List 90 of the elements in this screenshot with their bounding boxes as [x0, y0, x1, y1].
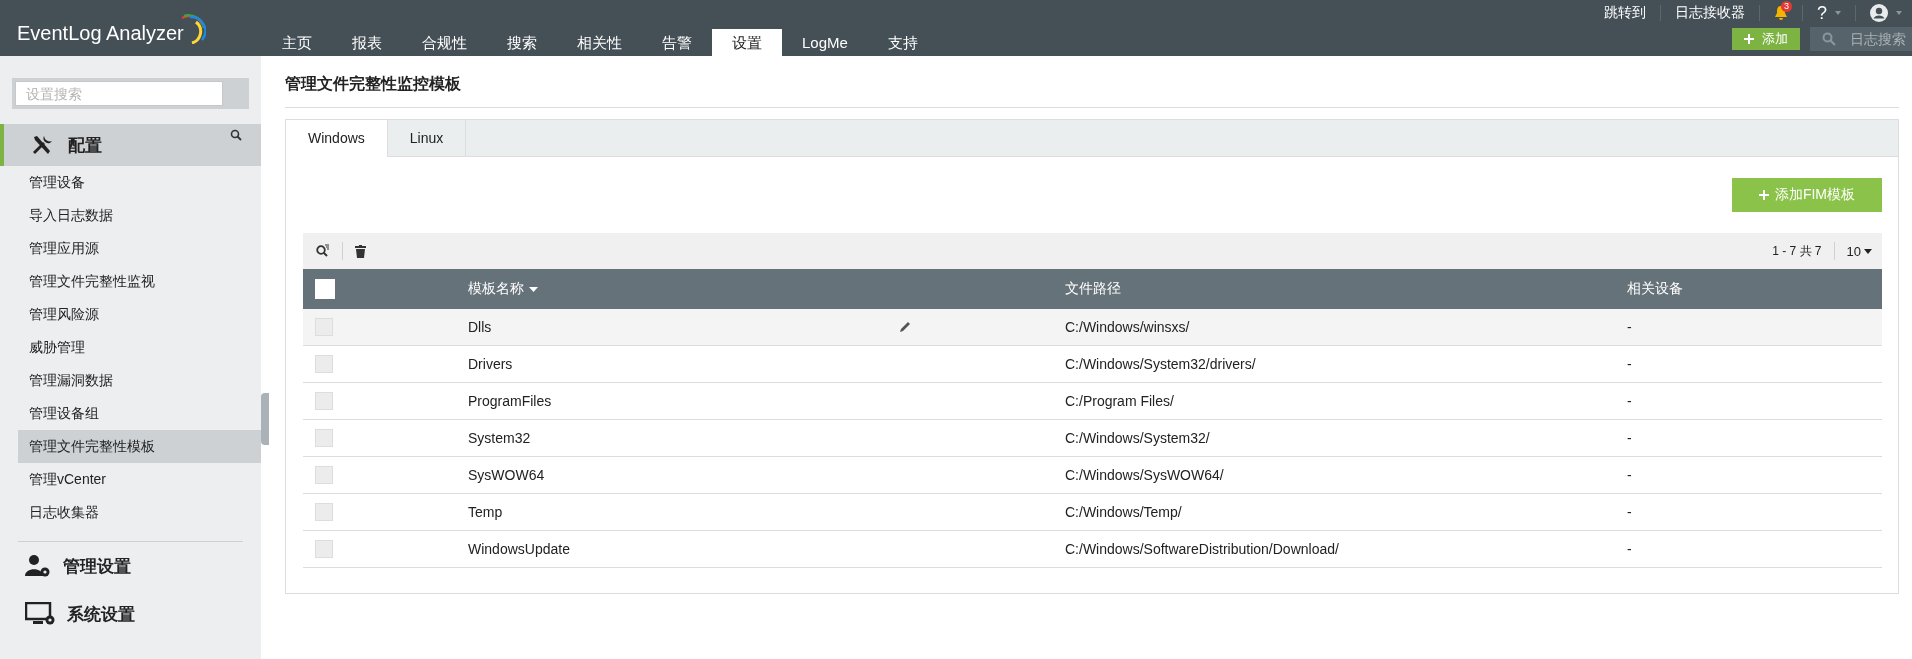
template-name[interactable]: WindowsUpdate — [468, 541, 570, 557]
app-logo[interactable]: EventLog Analyzer — [0, 0, 255, 56]
related-devices: - — [1627, 393, 1632, 409]
sidebar-item[interactable]: 管理设备组 — [18, 397, 261, 430]
page-title: 管理文件完整性监控模板 — [285, 56, 1899, 108]
nav-tab[interactable]: 报表 — [332, 29, 402, 56]
monitor-gear-icon — [25, 602, 55, 626]
config-section-header[interactable]: 配置 — [0, 124, 261, 166]
nav-tab[interactable]: LogMe — [782, 29, 868, 56]
section-title[interactable]: 管理设置 — [63, 554, 131, 578]
column-header[interactable]: 文件路径 — [1065, 280, 1121, 296]
page-size-select[interactable]: 10 — [1846, 243, 1872, 259]
file-path: C:/Windows/winsxs/ — [1065, 319, 1190, 335]
sidebar-item[interactable]: 管理应用源 — [18, 232, 261, 265]
table-row[interactable]: SysWOW64 C:/Windows/SysWOW64/ - — [303, 457, 1882, 494]
sidebar-item[interactable]: 日志收集器 — [18, 496, 261, 529]
pagination-text: 1 - 7 共 7 — [1772, 242, 1822, 260]
bell-icon[interactable] — [1774, 5, 1788, 21]
table-row[interactable]: System32 C:/Windows/System32/ - — [303, 420, 1882, 457]
sidebar-item[interactable]: 导入日志数据 — [18, 199, 261, 232]
sidebar-item[interactable]: 管理vCenter — [18, 463, 261, 496]
caret-icon — [1896, 11, 1902, 15]
template-name[interactable]: Drivers — [468, 356, 513, 372]
sidebar-item[interactable]: 管理风险源 — [18, 298, 261, 331]
nav-tab[interactable]: 支持 — [867, 29, 938, 56]
row-checkbox[interactable] — [315, 540, 333, 558]
template-name[interactable]: Temp — [468, 504, 503, 520]
template-name[interactable]: SysWOW64 — [468, 467, 545, 483]
nav-tab[interactable]: 相关性 — [557, 29, 642, 56]
related-devices: - — [1627, 541, 1632, 557]
nav-tab[interactable]: 合规性 — [402, 29, 487, 56]
row-checkbox[interactable] — [315, 429, 333, 447]
header-link[interactable]: 跳转到 — [1604, 4, 1646, 22]
table-row[interactable]: Temp C:/Windows/Temp/ - — [303, 494, 1882, 531]
related-devices: - — [1627, 430, 1632, 446]
edit-pencil-icon[interactable] — [900, 321, 911, 332]
nav-tab[interactable]: 搜索 — [487, 29, 557, 56]
caret-icon — [1864, 248, 1872, 254]
template-name[interactable]: System32 — [468, 430, 531, 446]
table-row[interactable]: ProgramFiles C:/Program Files/ - — [303, 383, 1882, 420]
table-row[interactable]: Drivers C:/Windows/System32/drivers/ - — [303, 346, 1882, 383]
file-path: C:/Windows/Temp/ — [1065, 504, 1182, 520]
notification-count: 3 — [1781, 1, 1792, 12]
os-tab[interactable]: Windows — [286, 120, 388, 157]
template-name[interactable]: Dlls — [468, 319, 492, 335]
table-row[interactable]: Dlls C:/Windows/winsxs/ - — [303, 309, 1882, 346]
plus-icon — [1744, 34, 1754, 44]
sidebar-item[interactable]: 管理文件完整性监视 — [18, 265, 261, 298]
column-header[interactable]: 模板名称 — [468, 280, 538, 298]
search-icon[interactable] — [230, 129, 242, 141]
caret-icon — [1835, 11, 1841, 15]
template-name[interactable]: ProgramFiles — [468, 393, 552, 409]
os-tab[interactable]: Linux — [387, 120, 467, 156]
log-search-field[interactable]: 日志搜索 — [1810, 27, 1912, 51]
file-path: C:/Windows/SysWOW64/ — [1065, 467, 1224, 483]
nav-tab[interactable]: 告警 — [642, 29, 712, 56]
sidebar-item[interactable]: 管理文件完整性模板 — [18, 430, 261, 463]
header-link[interactable]: 日志接收器 — [1675, 4, 1745, 22]
related-devices: - — [1627, 504, 1632, 520]
nav-tab[interactable]: 主页 — [262, 29, 332, 56]
column-header[interactable]: 相关设备 — [1627, 280, 1683, 296]
sort-caret-icon — [529, 286, 538, 292]
related-devices: - — [1627, 356, 1632, 372]
related-devices: - — [1627, 467, 1632, 483]
file-path: C:/Windows/System32/drivers/ — [1065, 356, 1256, 372]
delete-icon[interactable] — [355, 244, 366, 258]
help-menu[interactable]: ? — [1817, 2, 1827, 24]
section-title: 配置 — [68, 134, 102, 157]
search-icon — [1822, 32, 1836, 46]
sidebar-item[interactable]: 威胁管理 — [18, 331, 261, 364]
settings-search-field[interactable]: 设置搜索 — [15, 81, 223, 106]
user-gear-icon — [25, 554, 51, 578]
row-checkbox[interactable] — [315, 466, 333, 484]
row-checkbox[interactable] — [315, 355, 333, 373]
related-devices: - — [1627, 319, 1632, 335]
table-row[interactable]: WindowsUpdate C:/Windows/SoftwareDistribution/Download/ - — [303, 531, 1882, 568]
file-path: C:/Program Files/ — [1065, 393, 1174, 409]
section-title[interactable]: 系统设置 — [67, 602, 135, 626]
file-path: C:/Windows/SoftwareDistribution/Download/ — [1065, 541, 1339, 557]
select-all-checkbox[interactable] — [315, 279, 335, 299]
search-filter-icon[interactable] — [316, 244, 330, 258]
sidebar-item[interactable]: 管理设备 — [18, 166, 261, 199]
row-checkbox[interactable] — [315, 392, 333, 410]
row-checkbox[interactable] — [315, 503, 333, 521]
sidebar-item[interactable]: 管理漏洞数据 — [18, 364, 261, 397]
nav-tab[interactable]: 设置 — [712, 29, 782, 56]
user-avatar-icon[interactable] — [1870, 4, 1888, 22]
file-path: C:/Windows/System32/ — [1065, 430, 1210, 446]
collapse-handle[interactable] — [261, 393, 269, 445]
plus-icon — [1758, 190, 1769, 200]
